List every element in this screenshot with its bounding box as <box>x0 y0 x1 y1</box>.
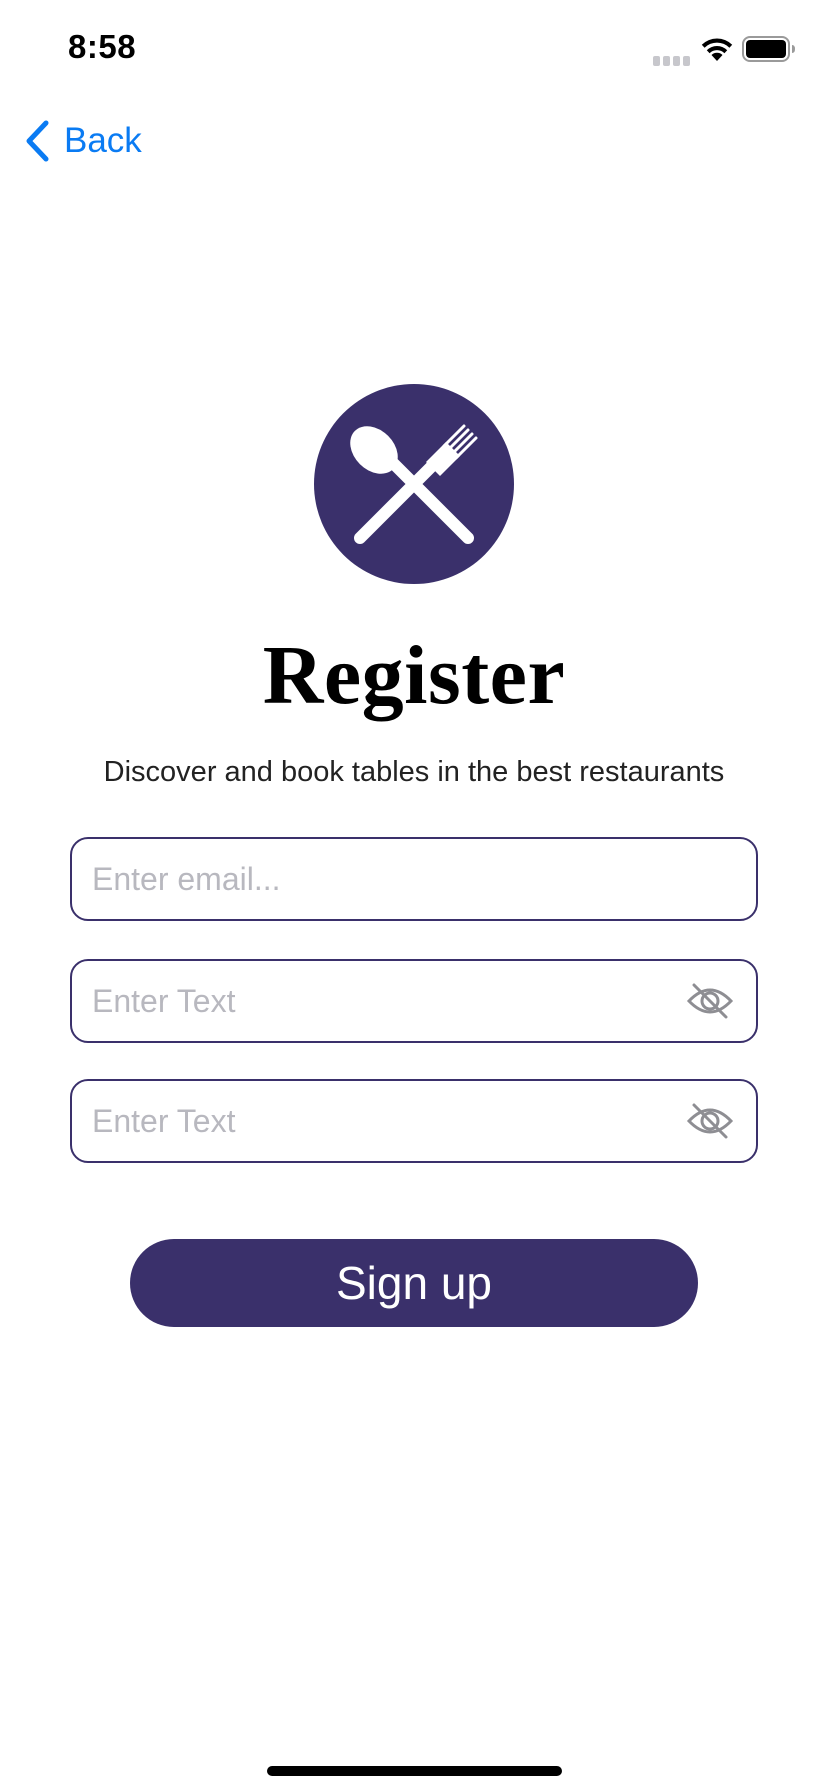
email-input[interactable] <box>90 839 650 919</box>
spoon-fork-crossed-icon <box>314 384 514 584</box>
confirm-password-input[interactable] <box>90 1081 650 1161</box>
signup-label: Sign up <box>335 1257 492 1309</box>
page-title: Register <box>262 629 566 722</box>
page-subtitle: Discover and book tables in the best res… <box>103 756 725 788</box>
chevron-left-icon <box>24 120 50 162</box>
back-button[interactable]: Back <box>24 116 142 166</box>
cellular-signal-icon <box>653 53 691 66</box>
wifi-icon <box>700 36 734 62</box>
home-indicator[interactable] <box>267 1766 562 1776</box>
status-bar: 8:58 <box>0 0 828 100</box>
back-label: Back <box>64 121 142 160</box>
battery-icon <box>742 36 796 62</box>
eye-slash-icon[interactable] <box>686 981 734 1021</box>
app-logo <box>314 384 514 584</box>
password-input[interactable] <box>90 961 650 1041</box>
signup-button[interactable]: Sign up <box>130 1239 698 1327</box>
confirm-password-field[interactable] <box>70 1079 758 1163</box>
status-time: 8:58 <box>68 28 137 65</box>
eye-slash-icon[interactable] <box>686 1101 734 1141</box>
password-field[interactable] <box>70 959 758 1043</box>
email-field[interactable] <box>70 837 758 921</box>
